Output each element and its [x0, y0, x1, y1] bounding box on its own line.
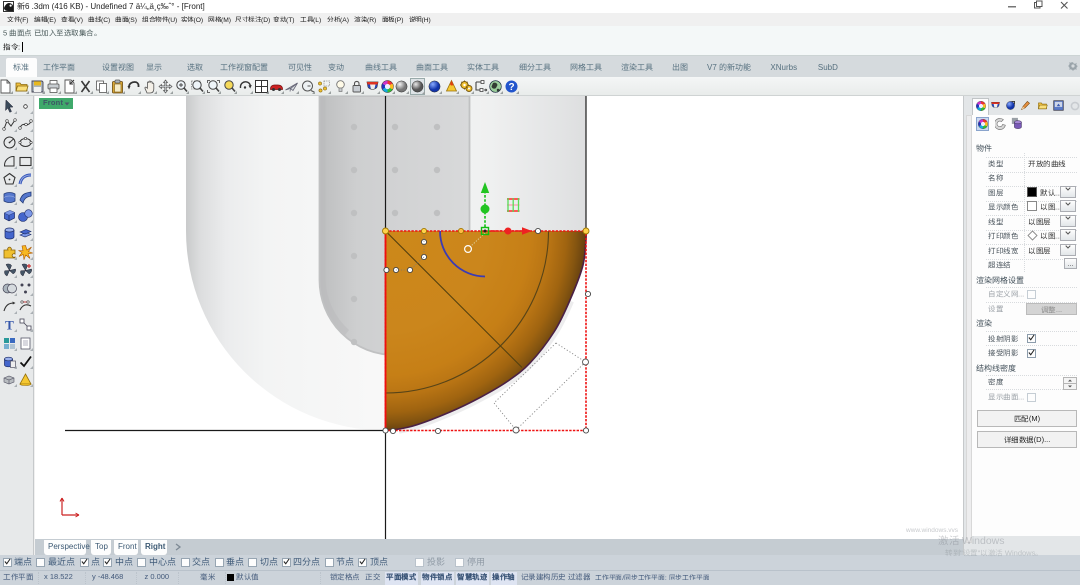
svg-text:T: T — [5, 318, 14, 333]
svg-text:?: ? — [508, 82, 514, 93]
